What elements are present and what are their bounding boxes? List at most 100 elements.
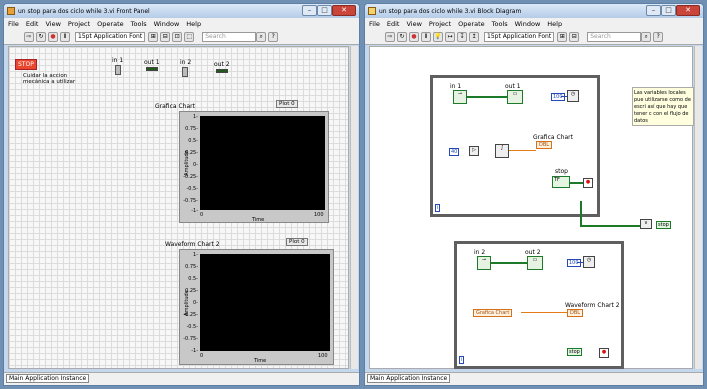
menu-view[interactable]: View xyxy=(406,20,421,28)
in2-terminal-label: in 2 xyxy=(474,249,486,256)
app-instance-label[interactable]: Main Application Instance xyxy=(367,374,451,383)
block-diagram-window: un stop para dos ciclo while 3.vi Block … xyxy=(364,3,704,386)
wire-stop-condition xyxy=(570,182,583,184)
in1-terminal-label: in 1 xyxy=(450,83,462,90)
in2-terminal[interactable]: ⊸ xyxy=(477,256,491,270)
menu-project[interactable]: Project xyxy=(429,20,451,28)
constant-100-a[interactable]: 100 xyxy=(551,93,565,101)
close-button[interactable]: ✕ xyxy=(676,5,700,16)
loop-condition-1[interactable]: ● xyxy=(583,178,593,188)
waveform-chart-2[interactable]: Plot 0 Amplitude 1- 0.75- 0.5- 0.25- 0- … xyxy=(179,238,334,365)
in1-toggle-switch[interactable] xyxy=(115,65,121,75)
loop-condition-2[interactable]: ● xyxy=(599,348,609,358)
chart2-plot-legend[interactable]: Plot 0 xyxy=(286,238,308,246)
distribute-icon[interactable]: ⊟ xyxy=(160,32,171,42)
search-input[interactable]: Search xyxy=(587,32,642,42)
step-out-icon[interactable]: ↥ xyxy=(469,32,479,42)
reorder-icon[interactable]: ⬚ xyxy=(184,32,195,42)
run-continuous-icon[interactable]: ↻ xyxy=(36,32,46,42)
highlight-execution-icon[interactable]: 💡 xyxy=(433,32,443,42)
while-loop-1[interactable]: in 1 ⊸ out 1 ▭ 100 ◷ Grafica Chart DBL 4… xyxy=(430,75,600,217)
while-loop-2[interactable]: in 2 ⊸ out 2 ▭ 100 ◷ Waveform Chart 2 DB… xyxy=(454,241,624,369)
menu-project[interactable]: Project xyxy=(68,20,90,28)
toolbar: ⇨ ↻ ● Ⅱ 15pt Application Font ⊞ ⊟ ⊡ ⬚ Search ⌕… xyxy=(4,30,359,45)
chart1-ytick: -1- xyxy=(191,208,198,214)
out2-terminal[interactable]: ▭ xyxy=(527,256,543,270)
run-arrow-icon[interactable]: ⇨ xyxy=(24,32,34,42)
resize-icon[interactable]: ⊡ xyxy=(172,32,183,42)
pause-icon[interactable]: Ⅱ xyxy=(421,32,431,42)
menu-file[interactable]: File xyxy=(369,20,380,28)
help-icon[interactable]: ? xyxy=(653,32,664,42)
chart2-xlabel: Time xyxy=(254,358,267,364)
menu-window[interactable]: Window xyxy=(154,20,180,28)
maximize-button[interactable]: □ xyxy=(661,5,676,16)
maximize-button[interactable]: □ xyxy=(317,5,332,16)
menu-operate[interactable]: Operate xyxy=(97,20,123,28)
chart1-x1: 100 xyxy=(314,212,324,218)
chart1-plot-area[interactable] xyxy=(200,116,325,210)
stop-local-variable-2[interactable]: stop xyxy=(567,348,582,356)
search-icon[interactable]: ⌕ xyxy=(256,32,267,42)
wire-stop-or-h xyxy=(580,225,640,227)
constant-100-b[interactable]: 100 xyxy=(567,259,581,267)
chart2-ytick: -0.75- xyxy=(183,336,198,342)
or-node[interactable]: ∨ xyxy=(640,219,652,229)
stop-button[interactable]: STOP xyxy=(15,59,37,70)
front-panel-canvas[interactable]: STOP Cuidar la accion mecánica a utiliza… xyxy=(8,46,349,369)
vi-icon xyxy=(368,7,376,15)
abort-icon[interactable]: ● xyxy=(48,32,58,42)
search-icon[interactable]: ⌕ xyxy=(641,32,652,42)
wait-ms-node-2[interactable]: ◷ xyxy=(583,256,595,268)
menu-help[interactable]: Help xyxy=(186,20,201,28)
font-selector[interactable]: 15pt Application Font xyxy=(75,32,146,42)
grafica-chart[interactable]: Plot 0 Amplitude 1- 0.75- 0.5- 0.25- 0- … xyxy=(179,100,329,223)
menu-operate[interactable]: Operate xyxy=(458,20,484,28)
menu-tools[interactable]: Tools xyxy=(131,20,147,28)
retain-wire-icon[interactable]: ↦ xyxy=(445,32,455,42)
chart2-plot-area[interactable] xyxy=(200,254,330,351)
minimize-button[interactable]: – xyxy=(646,5,661,16)
menu-file[interactable]: File xyxy=(8,20,19,28)
wire-100-wait xyxy=(561,96,567,97)
step-into-icon[interactable]: ↧ xyxy=(457,32,467,42)
minimize-button[interactable]: – xyxy=(302,5,317,16)
close-button[interactable]: ✕ xyxy=(332,5,356,16)
menu-tools[interactable]: Tools xyxy=(492,20,508,28)
waveform-chart-terminal[interactable]: DBL xyxy=(567,309,584,317)
sine-function-node[interactable]: ∫ xyxy=(495,144,509,158)
vertical-scrollbar[interactable] xyxy=(350,46,358,369)
search-input[interactable]: Search xyxy=(202,32,257,42)
in1-terminal[interactable]: ⊸ xyxy=(453,90,467,104)
help-icon[interactable]: ? xyxy=(268,32,279,42)
menu-help[interactable]: Help xyxy=(547,20,562,28)
multiply-node[interactable]: ▷ xyxy=(469,146,479,156)
menu-edit[interactable]: Edit xyxy=(387,20,400,28)
chart1-plot-legend[interactable]: Plot 0 xyxy=(276,100,298,108)
stop-local-variable[interactable]: stop xyxy=(656,221,671,229)
align-icon[interactable]: ⊞ xyxy=(557,32,568,42)
constant-40[interactable]: 40 xyxy=(449,148,460,156)
grafica-chart-local-variable[interactable]: Grafica Chart xyxy=(473,309,513,317)
comment-note-text: Las variables locales pue utilizarse com… xyxy=(634,90,691,124)
distribute-icon[interactable]: ⊟ xyxy=(569,32,580,42)
font-selector[interactable]: 15pt Application Font xyxy=(484,32,555,42)
menu-window[interactable]: Window xyxy=(515,20,541,28)
app-instance-label[interactable]: Main Application Instance xyxy=(6,374,90,383)
align-icon[interactable]: ⊞ xyxy=(148,32,159,42)
stop-terminal[interactable]: TF xyxy=(552,176,570,188)
block-diagram-canvas[interactable]: in 1 ⊸ out 1 ▭ 100 ◷ Grafica Chart DBL 4… xyxy=(369,46,694,369)
status-bar: Main Application Instance xyxy=(365,372,703,385)
chart2-title: Waveform Chart 2 xyxy=(165,241,220,248)
menu-view[interactable]: View xyxy=(45,20,60,28)
run-arrow-icon[interactable]: ⇨ xyxy=(385,32,395,42)
menu-edit[interactable]: Edit xyxy=(26,20,39,28)
run-continuous-icon[interactable]: ↻ xyxy=(397,32,407,42)
vertical-scrollbar[interactable] xyxy=(694,46,702,369)
out1-terminal[interactable]: ▭ xyxy=(507,90,523,104)
grafica-chart-terminal[interactable]: DBL xyxy=(536,141,553,149)
wait-ms-node[interactable]: ◷ xyxy=(567,90,579,102)
in2-toggle-switch[interactable] xyxy=(182,67,188,77)
abort-icon[interactable]: ● xyxy=(409,32,419,42)
pause-icon[interactable]: Ⅱ xyxy=(60,32,70,42)
